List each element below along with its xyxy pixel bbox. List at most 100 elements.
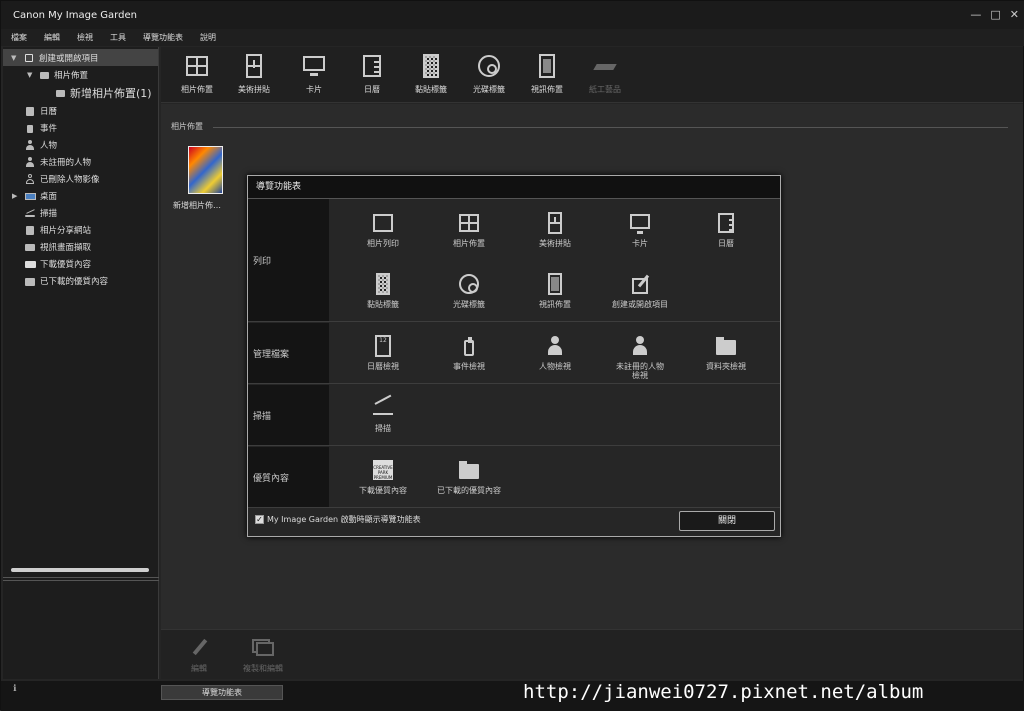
disc-label-item[interactable]: 光碟標籤 (429, 272, 509, 309)
sidebar-item-label: 已刪除人物影像 (40, 174, 100, 185)
sidebar-item-calendar[interactable]: 日曆 (3, 102, 158, 119)
calendar-item[interactable]: 日曆 (686, 211, 766, 248)
sidebar-item-new-layout[interactable]: 新增相片佈置(1) (3, 83, 158, 102)
section-divider (213, 127, 1008, 128)
layout-icon (39, 70, 49, 80)
show-on-startup-checkbox[interactable]: ✓ (255, 515, 264, 524)
item-label: 人物檢視 (539, 362, 571, 371)
create-open-item[interactable]: 創建或開啟項目 (600, 272, 680, 309)
close-window-button[interactable]: ✕ (1010, 8, 1019, 21)
row-label: 優質內容 (248, 447, 329, 507)
menu-guide[interactable]: 導覽功能表 (143, 32, 183, 43)
sidebar-item-label: 相片分享網站 (40, 225, 92, 236)
sidebar-item-desktop[interactable]: ▶ 桌面 (3, 187, 158, 204)
item-label: 相片列印 (367, 239, 399, 248)
creative-park-text: CREATIVE PARK PREMIUM (373, 460, 393, 480)
menu-tools[interactable]: 工具 (110, 32, 126, 43)
video-layout-button[interactable]: 視訊佈置 (517, 53, 577, 95)
sidebar-item-video-capture[interactable]: 視訊畫面擷取 (3, 238, 158, 255)
sidebar-item-unregistered-people[interactable]: 未註冊的人物 (3, 153, 158, 170)
sidebar-item-label: 未註冊的人物 (40, 157, 92, 168)
item-label: 已下載的優質內容 (437, 486, 501, 495)
disc-label-button[interactable]: 光碟標籤 (459, 53, 519, 95)
collage-item[interactable]: 美術拼貼 (515, 211, 595, 248)
calendar-button[interactable]: 日曆 (342, 53, 402, 95)
menu-help[interactable]: 說明 (200, 32, 216, 43)
photo-print-icon (371, 211, 395, 235)
event-view-item[interactable]: 事件檢視 (429, 334, 509, 371)
expand-icon[interactable]: ▼ (11, 54, 16, 62)
sidebar-item-scan[interactable]: 掃描 (3, 204, 158, 221)
expand-icon[interactable]: ▼ (27, 71, 32, 79)
checkbox-label: My Image Garden 啟動時顯示導覽功能表 (267, 515, 421, 524)
sidebar-item-photo-sharing[interactable]: 相片分享網站 (3, 221, 158, 238)
scan-item[interactable]: 掃描 (343, 396, 423, 433)
item-label: 未註冊的人物 檢視 (616, 362, 664, 380)
sidebar-item-label: 相片佈置 (54, 70, 89, 81)
pencil-icon (189, 637, 209, 657)
sidebar-item-download-premium[interactable]: 下載優質內容 (3, 255, 158, 272)
sidebar-item-event[interactable]: 事件 (3, 119, 158, 136)
unregistered-people-view-item[interactable]: 未註冊的人物 檢視 (600, 334, 680, 380)
layout-icon (55, 88, 65, 98)
people-view-item[interactable]: 人物檢視 (515, 334, 595, 371)
download-premium-item[interactable]: CREATIVE PARK PREMIUM 下載優質內容 (343, 458, 423, 495)
menu-bar: 檔案 編輯 檢視 工具 導覽功能表 說明 (1, 29, 1024, 46)
minimize-button[interactable]: — (970, 8, 981, 21)
folder-view-item[interactable]: 資料夾檢視 (686, 334, 766, 371)
info-icon[interactable]: ℹ (13, 684, 16, 694)
menu-edit[interactable]: 編輯 (44, 32, 60, 43)
card-item[interactable]: 卡片 (600, 211, 680, 248)
calendar-view-icon: 12 (371, 334, 395, 358)
edit-label: 編輯 (191, 664, 207, 673)
sidebar-item-photo-layout[interactable]: ▼ 相片佈置 (3, 66, 158, 83)
scan-icon (25, 208, 35, 218)
calendar-day: 12 (375, 335, 391, 357)
downloaded-premium-item[interactable]: 已下載的優質內容 (429, 458, 509, 495)
sidebar-item-deleted-people[interactable]: 已刪除人物影像 (3, 170, 158, 187)
menu-view[interactable]: 檢視 (77, 32, 93, 43)
edit-button[interactable]: 編輯 (189, 637, 209, 674)
copy-edit-button[interactable]: 複製和編輯 (243, 637, 283, 674)
maximize-button[interactable]: □ (990, 8, 1000, 21)
close-button[interactable]: 關閉 (679, 511, 775, 531)
sticker-icon (418, 53, 444, 79)
sticker-button[interactable]: 黏貼標籤 (401, 53, 461, 95)
watermark: http://jianwei0727.pixnet.net/album (523, 681, 924, 703)
photo-print-item[interactable]: 相片列印 (343, 211, 423, 248)
dialog-title: 導覽功能表 (248, 176, 780, 199)
toolbar-label: 黏貼標籤 (415, 85, 447, 94)
sidebar-splitter[interactable] (3, 577, 159, 581)
expand-icon[interactable]: ▶ (12, 192, 17, 200)
video-layout-item[interactable]: 視訊佈置 (515, 272, 595, 309)
sidebar-item-label: 新增相片佈置(1) (70, 86, 152, 100)
menu-file[interactable]: 檔案 (11, 32, 27, 43)
photo-layout-button[interactable]: 相片佈置 (167, 53, 227, 95)
calendar-view-item[interactable]: 12 日曆檢視 (343, 334, 423, 371)
paper-craft-button[interactable]: 紙工藝品 (575, 53, 635, 95)
item-label: 光碟標籤 (453, 300, 485, 309)
sticker-item[interactable]: 黏貼標籤 (343, 272, 423, 309)
card-button[interactable]: 卡片 (284, 53, 344, 95)
sidebar-item-downloaded-premium[interactable]: 已下載的優質內容 (3, 272, 158, 289)
collage-button[interactable]: 美術拼貼 (224, 53, 284, 95)
download-icon (25, 259, 36, 269)
toolbar-label: 卡片 (306, 85, 322, 94)
item-label: 卡片 (632, 239, 648, 248)
sidebar-scrollbar[interactable] (11, 568, 149, 572)
sidebar-item-people[interactable]: 人物 (3, 136, 158, 153)
sidebar-item-create[interactable]: ▼ 創建或開啟項目 (3, 49, 158, 66)
item-label: 視訊佈置 (539, 300, 571, 309)
nav-menu-tab[interactable]: 導覽功能表 (161, 685, 283, 700)
card-icon (628, 211, 652, 235)
layout-thumbnail[interactable] (188, 146, 223, 194)
toolbar-label: 美術拼貼 (238, 85, 270, 94)
toolbar-label: 光碟標籤 (473, 85, 505, 94)
section-title: 相片佈置 (171, 122, 203, 131)
photo-layout-item[interactable]: 相片佈置 (429, 211, 509, 248)
toolbar-label: 視訊佈置 (531, 85, 563, 94)
event-icon (25, 123, 35, 133)
disc-icon (457, 272, 481, 296)
sidebar-item-label: 桌面 (40, 191, 58, 202)
create-icon (24, 53, 34, 63)
